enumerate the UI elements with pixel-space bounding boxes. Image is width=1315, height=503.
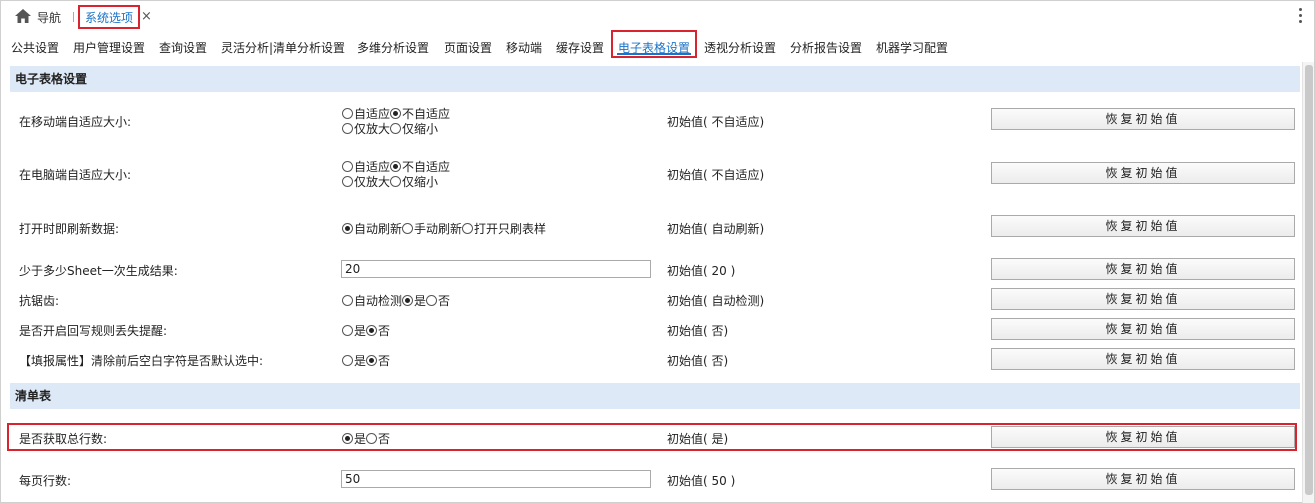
radio-label: 仅缩小: [402, 175, 439, 189]
radio-label: 打开只刷表样: [474, 222, 547, 236]
radio-group-fill-attr-trim: 是 否: [342, 352, 390, 369]
radio-label: 是: [354, 354, 367, 368]
setting-label-get-total-rows: 是否获取总行数:: [19, 432, 108, 446]
setting-label-refresh-on-open: 打开时即刷新数据:: [19, 222, 120, 236]
top-navigation-bar: 导航 系统选项 ×: [0, 0, 1315, 33]
radio-label: 否: [378, 324, 391, 338]
reset-button-rows-per-page[interactable]: 恢复初始值: [991, 468, 1295, 490]
radio-pc-adapt-enlarge[interactable]: [342, 176, 353, 187]
rows-per-page-input[interactable]: [341, 470, 651, 488]
tab-report-settings[interactable]: 分析报告设置: [790, 39, 862, 56]
default-value-pc-adapt: 初始值( 不自适应): [667, 168, 765, 182]
radio-group-get-total-rows: 是 否: [342, 430, 390, 447]
radio-antialias-yes[interactable]: [402, 295, 414, 306]
close-icon[interactable]: ×: [141, 10, 152, 24]
nav-separator: [73, 12, 74, 22]
setting-label-mobile-adapt: 在移动端自适应大小:: [19, 115, 132, 129]
radio-group-refresh-on-open: 自动刷新 手动刷新 打开只刷表样: [342, 220, 546, 237]
radio-pc-adapt-none[interactable]: [390, 161, 402, 172]
nav-label[interactable]: 导航: [37, 9, 61, 26]
more-vertical-icon[interactable]: [1299, 8, 1303, 24]
radio-label: 仅放大: [354, 122, 391, 136]
tab-ml-config[interactable]: 机器学习配置: [876, 39, 948, 56]
reset-button-writeback-warn[interactable]: 恢复初始值: [991, 318, 1295, 340]
default-value-writeback-warn: 初始值( 否): [667, 324, 729, 338]
default-value-antialias: 初始值( 自动检测): [667, 294, 765, 308]
default-value-get-total-rows: 初始值( 是): [667, 432, 729, 446]
tab-user-management[interactable]: 用户管理设置: [73, 39, 145, 56]
tab-mobile[interactable]: 移动端: [506, 39, 542, 56]
reset-button-fill-attr-trim[interactable]: 恢复初始值: [991, 348, 1295, 370]
reset-button-get-total-rows[interactable]: 恢复初始值: [991, 426, 1295, 448]
radio-label: 仅缩小: [402, 122, 439, 136]
radio-refresh-auto[interactable]: [342, 223, 353, 234]
radio-writeback-no[interactable]: [366, 325, 378, 336]
reset-button-mobile-adapt[interactable]: 恢复初始值: [991, 108, 1295, 130]
default-value-rows-per-page: 初始值( 50 ): [667, 474, 736, 488]
tab-pivot-settings[interactable]: 透视分析设置: [704, 39, 776, 56]
radio-label: 是: [354, 432, 367, 446]
tab-query-settings[interactable]: 查询设置: [159, 39, 207, 56]
radio-mobile-adapt-enlarge[interactable]: [342, 123, 353, 134]
reset-button-antialias[interactable]: 恢复初始值: [991, 288, 1295, 310]
tab-system-options[interactable]: 系统选项: [78, 5, 141, 29]
radio-label: 自动刷新: [354, 222, 403, 236]
section-header-spreadsheet: 电子表格设置: [10, 66, 1300, 92]
radio-pc-adapt-shrink[interactable]: [390, 176, 402, 187]
radio-label: 手动刷新: [414, 222, 463, 236]
radio-refresh-style-only[interactable]: [462, 223, 474, 234]
default-value-sheet-batch: 初始值( 20 ): [667, 264, 736, 278]
setting-label-fill-attr-trim: 【填报属性】清除前后空白字符是否默认选中:: [19, 354, 264, 368]
sheet-batch-input[interactable]: [341, 260, 651, 278]
tab-public-settings[interactable]: 公共设置: [11, 39, 59, 56]
radio-label: 否: [378, 354, 391, 368]
radio-refresh-manual[interactable]: [402, 223, 414, 234]
radio-label: 是: [414, 294, 427, 308]
radio-group-pc-adapt-line2: 仅放大 仅缩小: [342, 173, 438, 190]
default-value-mobile-adapt: 初始值( 不自适应): [667, 115, 765, 129]
tab-adhoc-list-analysis[interactable]: 灵活分析|清单分析设置: [221, 39, 345, 56]
radio-mobile-adapt-shrink[interactable]: [390, 123, 402, 134]
radio-antialias-auto[interactable]: [342, 295, 353, 306]
tab-cache-settings[interactable]: 缓存设置: [556, 39, 604, 56]
reset-button-refresh-on-open[interactable]: 恢复初始值: [991, 215, 1295, 237]
radio-total-rows-yes[interactable]: [342, 433, 353, 444]
radio-trim-yes[interactable]: [342, 355, 353, 366]
active-tab-underline: [617, 53, 691, 55]
section-header-list: 清单表: [10, 383, 1300, 409]
setting-label-antialias: 抗锯齿:: [19, 294, 60, 308]
radio-label: 仅放大: [354, 175, 391, 189]
radio-antialias-no[interactable]: [426, 295, 438, 306]
setting-label-sheet-batch: 少于多少Sheet一次生成结果:: [19, 264, 178, 278]
default-value-fill-attr-trim: 初始值( 否): [667, 354, 729, 368]
radio-trim-no[interactable]: [366, 355, 378, 366]
vertical-scrollbar[interactable]: [1302, 62, 1314, 503]
radio-group-writeback-warn: 是 否: [342, 322, 390, 339]
radio-label: 自动检测: [354, 294, 403, 308]
radio-mobile-adapt-none[interactable]: [390, 108, 402, 119]
radio-mobile-adapt-auto[interactable]: [342, 108, 353, 119]
setting-label-writeback-warn: 是否开启回写规则丢失提醒:: [19, 324, 168, 338]
radio-total-rows-no[interactable]: [366, 433, 378, 444]
radio-writeback-yes[interactable]: [342, 325, 353, 336]
radio-group-antialias: 自动检测 是 否: [342, 292, 450, 309]
tab-olap-settings[interactable]: 多维分析设置: [357, 39, 429, 56]
tab-page-settings[interactable]: 页面设置: [444, 39, 492, 56]
setting-label-rows-per-page: 每页行数:: [19, 474, 72, 488]
scrollbar-thumb[interactable]: [1305, 65, 1313, 495]
radio-label: 否: [438, 294, 451, 308]
radio-group-mobile-adapt-line2: 仅放大 仅缩小: [342, 120, 438, 137]
reset-button-sheet-batch[interactable]: 恢复初始值: [991, 258, 1295, 280]
setting-label-pc-adapt: 在电脑端自适应大小:: [19, 168, 132, 182]
radio-pc-adapt-auto[interactable]: [342, 161, 353, 172]
radio-label: 否: [378, 432, 391, 446]
reset-button-pc-adapt[interactable]: 恢复初始值: [991, 162, 1295, 184]
default-value-refresh-on-open: 初始值( 自动刷新): [667, 222, 765, 236]
home-icon[interactable]: [15, 9, 31, 23]
radio-label: 是: [354, 324, 367, 338]
